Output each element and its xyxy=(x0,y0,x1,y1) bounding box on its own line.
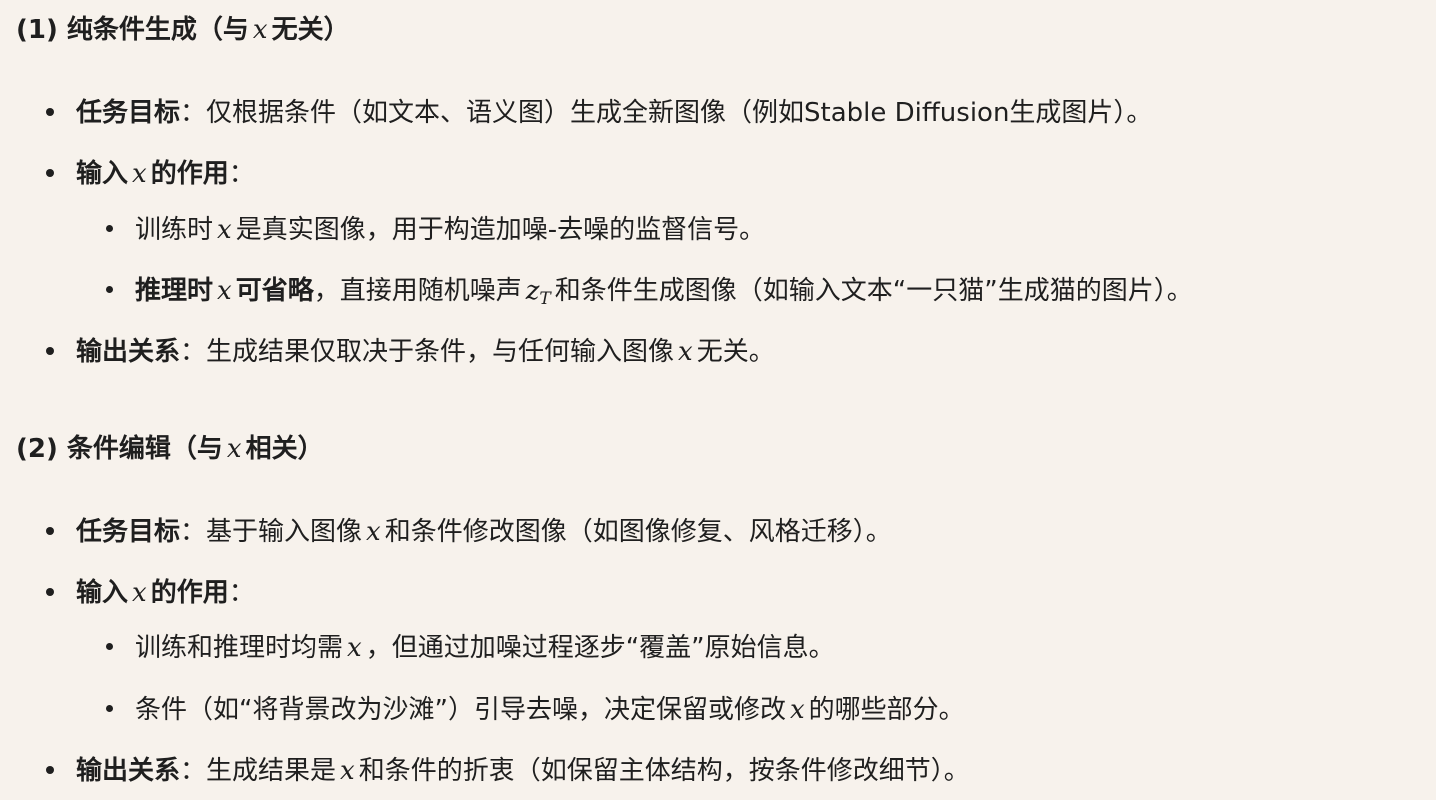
output-post: 和条件的折衷（如保留主体结构，按条件修改细节）。 xyxy=(358,756,970,786)
goal-label: 任务目标 xyxy=(76,517,181,547)
section-1-heading-pre: (1) 纯条件生成（与 xyxy=(16,15,249,45)
math-x: x xyxy=(132,578,147,608)
list-item-goal-2: 任务目标：基于输入图像 x 和条件修改图像（如图像修复、风格迁移）。 xyxy=(46,514,892,550)
section-2-heading: (2) 条件编辑（与 x 相关） xyxy=(16,431,324,467)
bullet-icon xyxy=(46,765,54,774)
sub2-mid: ，直接用随机噪声 xyxy=(313,276,522,306)
sub1-post: ，但通过加噪过程逐步“覆盖”原始信息。 xyxy=(365,633,835,663)
output-post: 无关。 xyxy=(696,337,775,367)
list-item-sub-1-2: 推理时 x 可省略，直接用随机噪声 zT 和条件生成图像（如输入文本“一只猫”生成猫的图… xyxy=(106,273,1193,317)
bullet-icon xyxy=(106,225,113,232)
section-2-heading-post: 相关） xyxy=(245,434,324,464)
math-x: x xyxy=(366,517,381,547)
document: (1) 纯条件生成（与 x 无关） 任务目标：仅根据条件（如文本、语义图）生成全新图… xyxy=(0,0,1436,800)
list-item-sub-2-1: 训练和推理时均需 x ，但通过加噪过程逐步“覆盖”原始信息。 xyxy=(106,630,835,666)
output-pre: ：生成结果仅取决于条件，与任何输入图像 xyxy=(180,337,675,367)
bullet-icon xyxy=(46,526,54,535)
output-pre: ：生成结果是 xyxy=(180,756,337,786)
bullet-icon xyxy=(106,643,113,650)
input-label-pre: 输入 xyxy=(76,159,129,189)
bullet-icon xyxy=(46,587,54,596)
math-z: zT xyxy=(522,276,555,309)
sub2-post: 的哪些部分。 xyxy=(808,695,965,725)
sub2-label-post: 可省略 xyxy=(235,276,314,306)
math-x: x xyxy=(252,15,268,45)
list-item-output-2: 输出关系：生成结果是 x 和条件的折衷（如保留主体结构，按条件修改细节）。 xyxy=(46,753,970,789)
bullet-icon xyxy=(106,705,113,712)
math-x: x xyxy=(347,633,362,663)
math-x: x xyxy=(226,434,242,464)
bullet-icon xyxy=(106,286,113,293)
bullet-icon xyxy=(46,168,54,177)
bullet-icon xyxy=(46,107,54,116)
list-item-sub-2-2: 条件（如“将背景改为沙滩”）引导去噪，决定保留或修改 x 的哪些部分。 xyxy=(106,692,965,728)
sub2-pre: 条件（如“将背景改为沙滩”）引导去噪，决定保留或修改 xyxy=(135,695,786,725)
math-z-sub: T xyxy=(539,289,551,309)
sub2-post: 和条件生成图像（如输入文本“一只猫”生成猫的图片）。 xyxy=(554,276,1193,306)
list-item-sub-1-1: 训练时 x 是真实图像，用于构造加噪-去噪的监督信号。 xyxy=(106,212,765,248)
goal-post: 和条件修改图像（如图像修复、风格迁移）。 xyxy=(384,517,892,547)
sub2-label-pre: 推理时 xyxy=(135,276,214,306)
section-1-heading: (1) 纯条件生成（与 x 无关） xyxy=(16,12,350,48)
math-x: x xyxy=(217,215,232,245)
goal-label: 任务目标 xyxy=(76,98,181,128)
input-label-pre: 输入 xyxy=(76,578,129,608)
math-z-base: z xyxy=(525,276,540,306)
sub1-post: 是真实图像，用于构造加噪-去噪的监督信号。 xyxy=(235,215,766,245)
list-item-goal-1: 任务目标：仅根据条件（如文本、语义图）生成全新图像（例如Stable Diffu… xyxy=(46,95,1152,131)
colon: ： xyxy=(228,578,255,608)
math-x: x xyxy=(217,276,232,306)
math-x: x xyxy=(678,337,693,367)
input-label-post: 的作用 xyxy=(150,578,229,608)
section-1-heading-post: 无关） xyxy=(271,15,350,45)
output-label: 输出关系 xyxy=(76,337,181,367)
math-x: x xyxy=(789,695,805,725)
sub1-pre: 训练和推理时均需 xyxy=(135,633,344,663)
colon: ： xyxy=(228,159,255,189)
math-x: x xyxy=(132,159,147,189)
math-x: x xyxy=(340,756,355,786)
goal-pre: ：基于输入图像 xyxy=(180,517,363,547)
list-item-input-1: 输入 x 的作用： xyxy=(46,156,255,192)
goal-text: ：仅根据条件（如文本、语义图）生成全新图像（例如Stable Diffusion… xyxy=(180,98,1153,128)
bullet-icon xyxy=(46,346,54,355)
output-label: 输出关系 xyxy=(76,756,181,786)
list-item-output-1: 输出关系：生成结果仅取决于条件，与任何输入图像 x 无关。 xyxy=(46,334,775,370)
section-2-heading-pre: (2) 条件编辑（与 xyxy=(16,434,223,464)
sub1-pre: 训练时 xyxy=(135,215,214,245)
input-label-post: 的作用 xyxy=(150,159,229,189)
list-item-input-2: 输入 x 的作用： xyxy=(46,575,255,611)
